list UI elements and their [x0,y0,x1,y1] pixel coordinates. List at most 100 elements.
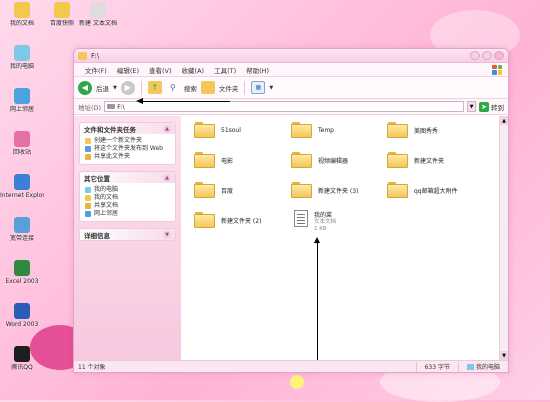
file-name: 美图秀秀 [414,127,439,135]
folder-item[interactable]: qq邮箱超大附件 [387,182,482,198]
place-my-computer[interactable]: 我的电脑 [85,186,170,193]
file-tasks-header[interactable]: 文件和文件夹任务 ▲ [80,123,175,134]
desktop-icon[interactable]: 我的文档 [0,2,44,27]
collapse-chevron-icon[interactable]: ▲ [163,173,171,182]
status-location-label: 我的电脑 [475,364,500,371]
folder-icon [291,182,312,198]
file-type: 文本文档 [314,219,337,225]
file-tasks-title: 文件和文件夹任务 [84,125,136,134]
status-object-count: 11 个对象 [78,364,106,371]
folder-item[interactable]: 51soul [194,122,289,138]
menu-view[interactable]: 查看(V) [144,65,177,75]
place-label: 共享文档 [94,202,119,209]
folder-item[interactable]: 新建文件夹 [387,152,482,168]
background-star-decoration [290,375,304,389]
up-folder-icon[interactable]: ↑ [147,81,162,94]
task-publish-web[interactable]: 将这个文件夹发布到 Web [85,145,170,152]
scroll-up-icon[interactable]: ▲ [500,116,508,125]
search-icon[interactable]: ⚲ [166,81,180,94]
desktop-icon[interactable]: Excel 2003 [0,260,44,285]
file-name: Temp [318,126,334,134]
toolbar: ◀ 后退 ▼ ▶ ↑ ⚲ 搜索 文件夹 ▦ ▼ [74,77,508,99]
close-button[interactable] [494,51,504,60]
folder-item[interactable]: 新建文件夹 (3) [291,182,386,198]
folder-icon [387,152,408,168]
folder-item[interactable]: 视频编辑器 [291,152,386,168]
go-button[interactable]: ➤ 转到 [479,101,504,112]
views-icon[interactable]: ▦ [251,81,266,94]
scroll-down-icon[interactable]: ▼ [500,351,508,360]
folder-icon [194,122,215,138]
search-button-label[interactable]: 搜索 [184,83,197,93]
my-documents-icon [85,195,91,201]
desktop-icon[interactable]: 回收站 [0,131,44,156]
details-header[interactable]: 详细信息 ▼ [80,229,175,240]
back-arrow-icon[interactable]: ◀ [78,80,92,95]
folders-button-label[interactable]: 文件夹 [219,83,239,93]
desktop-app-icon [14,174,30,190]
address-input[interactable]: F:\ [104,101,464,112]
folder-icon [387,122,408,138]
place-network[interactable]: 网上邻居 [85,210,170,217]
folder-item[interactable]: 百度 [194,182,289,198]
back-dropdown-icon[interactable]: ▼ [113,85,117,91]
folder-item[interactable]: 新建文件夹 (2) [194,212,289,228]
text-file-item[interactable]: 我的菜 文本文档 1 KB [291,210,386,233]
collapse-chevron-icon[interactable]: ▲ [163,124,171,133]
desktop-icon[interactable]: 新建 文本文档 [76,2,120,27]
other-places-header[interactable]: 其它位置 ▲ [80,172,175,183]
menu-bar: 文件(F) 编辑(E) 查看(V) 收藏(A) 工具(T) 帮助(H) [74,63,508,77]
go-arrow-icon: ➤ [479,101,489,112]
task-share-folder[interactable]: 共享此文件夹 [85,153,170,160]
file-name: 新建文件夹 (3) [318,187,359,195]
desktop-icon-label: 网上邻居 [9,106,34,113]
task-new-folder[interactable]: 创建一个新文件夹 [85,137,170,144]
desktop-icon[interactable]: 网上邻居 [0,88,44,113]
place-label: 我的文档 [94,194,119,201]
place-my-documents[interactable]: 我的文档 [85,194,170,201]
vertical-scrollbar[interactable]: ▲ ▼ [499,116,508,360]
explorer-window: F:\ 文件(F) 编辑(E) 查看(V) 收藏(A) 工具(T) 帮助(H) … [73,48,509,373]
windows-logo-icon [492,64,502,75]
back-button-label[interactable]: 后退 [96,83,109,93]
file-name: 百度 [221,187,234,195]
annotation-arrow-head [314,237,320,243]
menu-help[interactable]: 帮助(H) [241,65,274,75]
desktop-icon-label: Internet Explorer [0,192,44,199]
folders-icon[interactable] [200,81,215,94]
menu-edit[interactable]: 编辑(E) [112,65,144,75]
menu-favorites[interactable]: 收藏(A) [177,65,210,75]
desktop-icon-label: 回收站 [12,149,31,156]
share-folder-icon [85,154,91,160]
folder-item[interactable]: 电影 [194,152,289,168]
maximize-button[interactable] [482,51,492,60]
place-shared-documents[interactable]: 共享文档 [85,202,170,209]
desktop-icon[interactable]: 我的电脑 [0,45,44,70]
desktop-icon[interactable]: Internet Explorer [0,174,44,199]
address-dropdown-icon[interactable]: ▼ [467,101,476,112]
folder-icon [291,152,312,168]
task-label: 创建一个新文件夹 [94,137,143,144]
desktop-icon-label: 新建 文本文档 [79,20,117,27]
expand-chevron-icon[interactable]: ▼ [163,230,171,239]
desktop-icon-label: 我的电脑 [9,63,34,70]
folder-item[interactable]: Temp [291,122,386,138]
other-places-title: 其它位置 [84,174,110,183]
views-dropdown-icon[interactable]: ▼ [269,85,273,91]
desktop-icon[interactable]: Word 2003 [0,303,44,328]
folder-icon [291,122,312,138]
title-bar[interactable]: F:\ [74,49,508,63]
file-tasks-panel: 文件和文件夹任务 ▲ 创建一个新文件夹 将这个文件夹发布到 Web 共享此文件夹 [79,122,176,165]
forward-arrow-icon[interactable]: ▶ [120,80,135,95]
desktop-icon[interactable]: 宽带连接 [0,217,44,242]
desktop-app-icon [14,131,30,147]
folder-icon [194,182,215,198]
desktop-icon-label: 腾讯QQ [11,364,33,371]
menu-file[interactable]: 文件(F) [80,65,112,75]
desktop-app-icon [14,2,30,18]
minimize-button[interactable] [470,51,480,60]
desktop-icon[interactable]: 腾讯QQ [0,346,44,371]
menu-tools[interactable]: 工具(T) [209,65,241,75]
window-title: F:\ [91,51,100,60]
folder-item[interactable]: 美图秀秀 [387,122,482,138]
